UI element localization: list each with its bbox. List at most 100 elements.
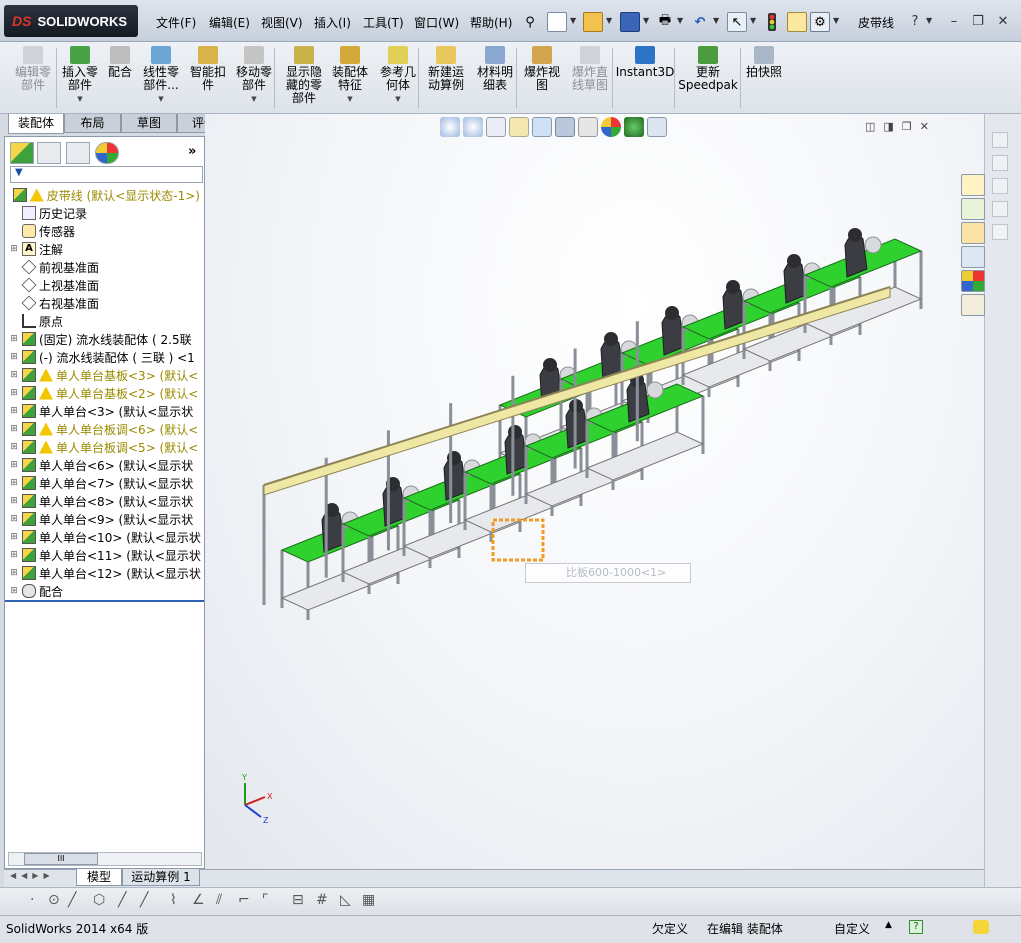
tool-icon[interactable] [992, 201, 1008, 217]
property-manager-tab-icon[interactable] [37, 142, 61, 164]
ribbon-button-10[interactable]: 材料明 细表 [473, 46, 517, 112]
tool-icon[interactable] [992, 178, 1008, 194]
chevron-down-icon[interactable]: ▼ [77, 93, 82, 106]
tree-item[interactable]: 上视基准面 [8, 276, 204, 294]
ribbon-button-1[interactable]: 插入零 部件 ▼ [58, 46, 102, 112]
open-folder-icon[interactable] [583, 12, 603, 32]
split-view-icon[interactable]: ◫ [865, 120, 875, 133]
tree-item[interactable]: ⊞ 单人单台<7> (默认<显示状 [8, 474, 204, 492]
chevron-down-icon[interactable]: ▼ [570, 16, 576, 25]
expand-node-icon[interactable]: ⊞ [8, 388, 20, 398]
menu-help[interactable]: 帮助(H) [470, 14, 512, 31]
tab-layout[interactable]: 布局 [64, 114, 121, 133]
chevron-down-icon[interactable]: ▼ [606, 16, 612, 25]
expand-node-icon[interactable]: ⊞ [8, 496, 20, 506]
dashed-line-icon[interactable]: ╱ [140, 892, 148, 908]
pin-icon[interactable]: ⚲ [520, 12, 540, 32]
print-icon[interactable]: 🖶 [655, 12, 675, 32]
expand-node-icon[interactable]: ⊞ [8, 478, 20, 488]
menu-insert[interactable]: 插入(I) [314, 14, 351, 31]
circle-icon[interactable]: ⊙ [48, 892, 60, 908]
diagonal-line-icon[interactable]: ╱ [118, 892, 126, 908]
tree-item[interactable]: 前视基准面 [8, 258, 204, 276]
help-icon[interactable]: ? [909, 920, 923, 934]
ribbon-button-5[interactable]: 移动零 部件 ▼ [232, 46, 276, 112]
tree-item[interactable]: ⊞ 单人单台<8> (默认<显示状 [8, 492, 204, 510]
angle-icon[interactable]: ∠ [192, 892, 205, 908]
tab-model[interactable]: 模型 [76, 869, 122, 886]
tool-icon[interactable] [992, 155, 1008, 171]
tool-icon[interactable] [992, 132, 1008, 148]
previous-view-icon[interactable] [486, 117, 506, 137]
menu-edit[interactable]: 编辑(E) [209, 14, 250, 31]
restore-icon[interactable]: ❐ [902, 120, 912, 133]
tree-item[interactable]: ⊞ (-) 流水线装配体 ( 三联 ) <1 [8, 348, 204, 366]
ribbon-button-4[interactable]: 智能扣件 [186, 46, 230, 112]
ribbon-button-7[interactable]: 装配体 特征 ▼ [329, 46, 371, 112]
ribbon-button-6[interactable]: 显示隐 藏的零 部件 [281, 46, 327, 112]
table-icon[interactable]: ▦ [362, 892, 375, 908]
menu-view[interactable]: 视图(V) [261, 14, 303, 31]
view-orientation-icon[interactable] [532, 117, 552, 137]
tree-item[interactable]: ⊞ 单人单台基板<3> (默认< [8, 366, 204, 384]
solidworks-logo[interactable]: DS SOLIDWORKS [4, 5, 138, 37]
tool-icon[interactable] [992, 224, 1008, 240]
tree-item[interactable]: ⊞ 单人单台板调<6> (默认< [8, 420, 204, 438]
tree-item[interactable]: 皮带线 (默认<显示状态-1>) [4, 186, 200, 204]
parallel-icon[interactable]: ⫽ [216, 892, 222, 908]
file-properties-icon[interactable] [787, 12, 807, 32]
line-icon[interactable]: ╱ [68, 892, 76, 908]
expand-node-icon[interactable]: ⊞ [8, 352, 20, 362]
ribbon-button-14[interactable]: 更新 Speedpak [678, 46, 738, 112]
menu-tools[interactable]: 工具(T) [363, 14, 404, 31]
tree-item[interactable]: ⊞ 单人单台<9> (默认<显示状 [8, 510, 204, 528]
corner-icon[interactable]: ⌜ [262, 892, 269, 908]
configuration-manager-tab-icon[interactable] [66, 142, 90, 164]
point-icon[interactable]: · [30, 892, 34, 908]
menu-window[interactable]: 窗口(W) [414, 14, 459, 31]
tree-item[interactable]: 原点 [8, 312, 204, 330]
ribbon-button-0[interactable]: 编辑零 部件 [8, 46, 58, 112]
expand-node-icon[interactable]: ⊞ [8, 586, 20, 596]
expand-node-icon[interactable]: ⊞ [8, 244, 20, 254]
chevron-down-icon[interactable]: ▼ [251, 93, 256, 106]
section-view-icon[interactable] [509, 117, 529, 137]
hide-show-items-icon[interactable] [578, 117, 598, 137]
tree-item[interactable]: ⊞ 配合 [8, 582, 204, 600]
expand-node-icon[interactable]: ⊞ [8, 424, 20, 434]
triangle-icon[interactable]: ◺ [340, 892, 351, 908]
tree-item[interactable]: ⊞ 单人单台<6> (默认<显示状 [8, 456, 204, 474]
tree-item[interactable]: ⊞ 单人单台基板<2> (默认< [8, 384, 204, 402]
chevron-down-icon[interactable]: ▼ [833, 16, 839, 25]
tree-item[interactable]: ⊞ 单人单台<11> (默认<显示状 [8, 546, 204, 564]
select-arrow-icon[interactable]: ↖ [727, 12, 747, 32]
tree-item[interactable]: 右视基准面 [8, 294, 204, 312]
ribbon-button-3[interactable]: 线性零 部件... ▼ [138, 46, 184, 112]
feature-manager-tab-icon[interactable] [10, 142, 34, 164]
tab-assembly[interactable]: 装配体 [8, 114, 64, 134]
tree-filter-input[interactable]: ▼ [10, 166, 203, 183]
expand-node-icon[interactable]: ⊞ [8, 370, 20, 380]
tree-item[interactable]: ⊞ 单人单台<3> (默认<显示状 [8, 402, 204, 420]
tree-item[interactable]: ⊞ 单人单台板调<5> (默认< [8, 438, 204, 456]
tree-item[interactable]: 历史记录 [8, 204, 204, 222]
expand-node-icon[interactable]: ⊞ [8, 568, 20, 578]
split-view-2-icon[interactable]: ◨ [883, 120, 893, 133]
ribbon-button-8[interactable]: 参考几 何体 ▼ [375, 46, 421, 112]
chevron-down-icon[interactable]: ▼ [158, 93, 163, 106]
zoom-to-area-icon[interactable] [463, 117, 483, 137]
polygon-icon[interactable]: ⬡ [93, 892, 105, 908]
zoom-to-fit-icon[interactable] [440, 117, 460, 137]
expand-node-icon[interactable]: ⊞ [8, 550, 20, 560]
tree-item[interactable]: 传感器 [8, 222, 204, 240]
save-icon[interactable] [620, 12, 640, 32]
tree-item[interactable]: ⊞ A 注解 [8, 240, 204, 258]
expand-node-icon[interactable]: ⊞ [8, 532, 20, 542]
chevron-down-icon[interactable]: ▼ [395, 93, 400, 106]
edit-appearance-icon[interactable] [601, 117, 621, 137]
chevron-down-icon[interactable]: ▼ [713, 16, 719, 25]
tree-item[interactable]: ⊞ (固定) 流水线装配体 ( 2.5联 [8, 330, 204, 348]
dimension-icon[interactable]: ⊟ [292, 892, 304, 908]
ribbon-button-12[interactable]: 爆炸直 线草图 [568, 46, 612, 112]
close-icon[interactable]: ✕ [920, 120, 929, 133]
